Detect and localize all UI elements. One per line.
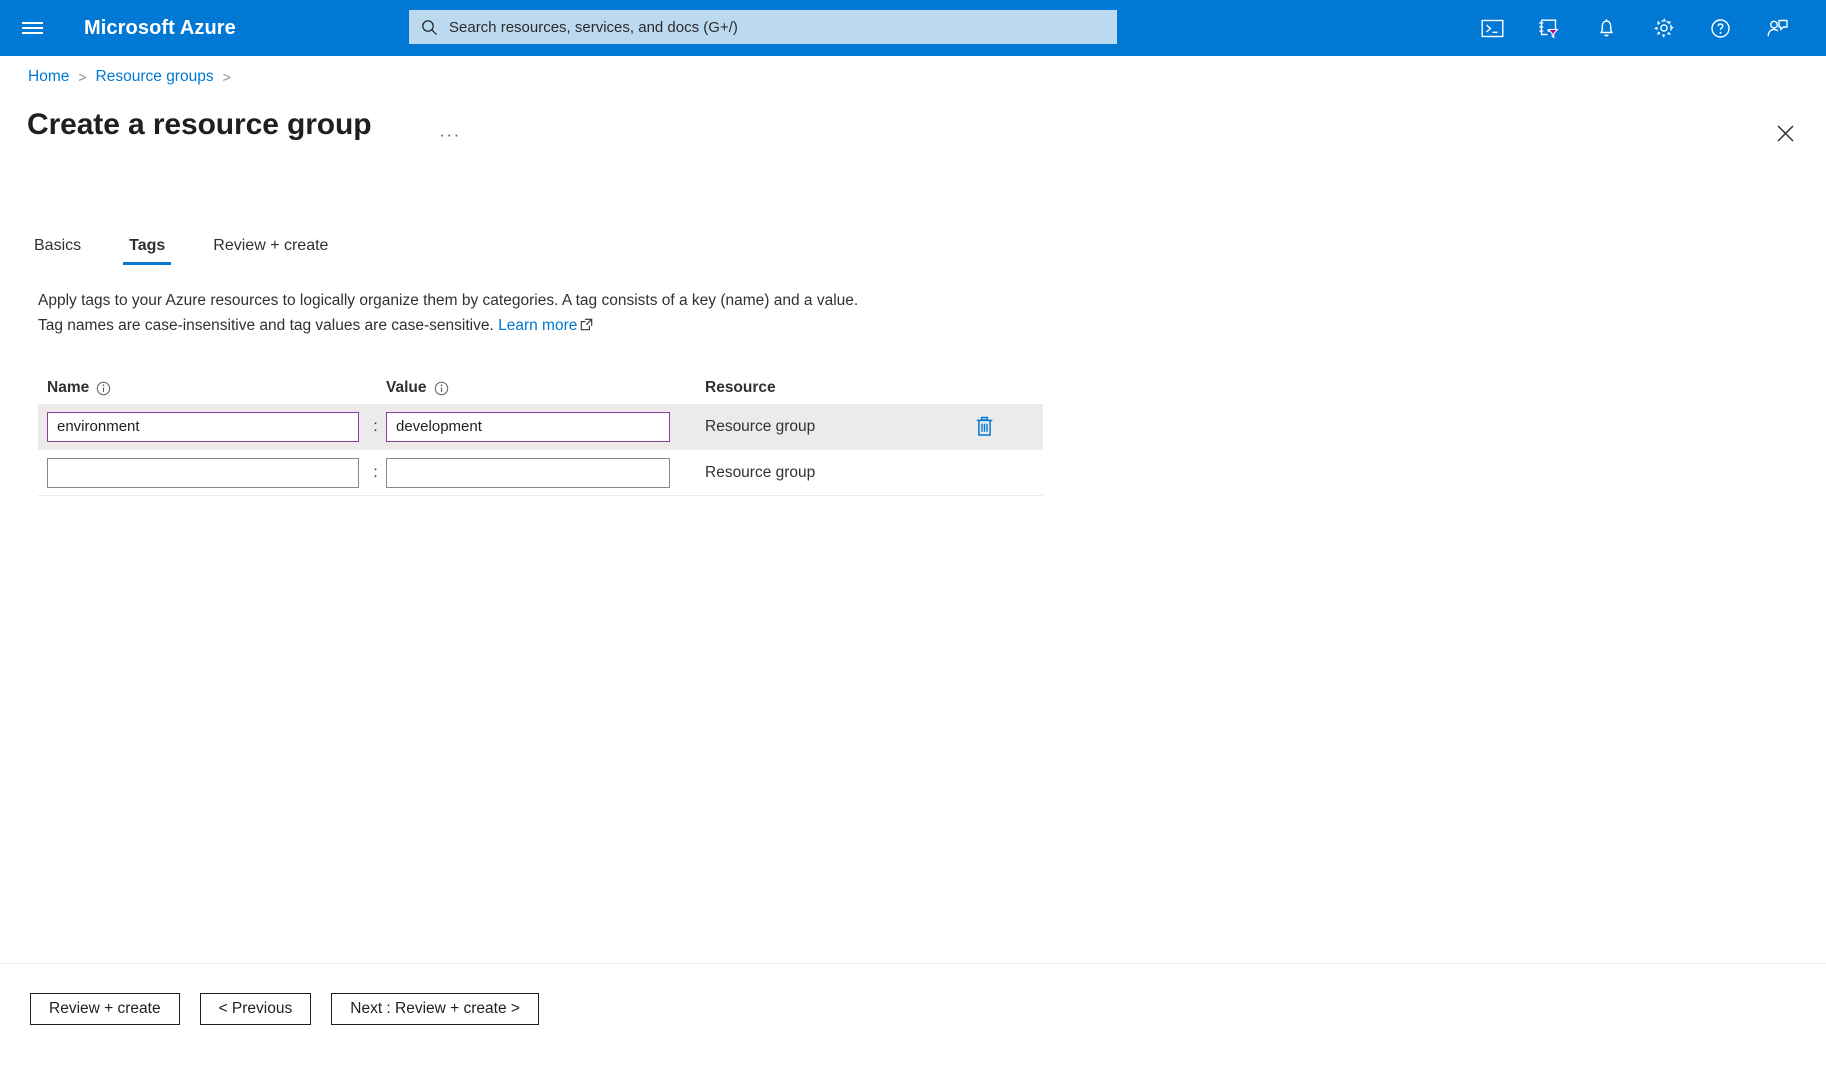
top-navigation-bar: Microsoft Azure xyxy=(0,0,1826,56)
tag-actions-cell xyxy=(924,413,1034,441)
table-row[interactable]: : Resource group xyxy=(38,450,1043,496)
tag-name-cell xyxy=(38,411,365,442)
tab-review-create[interactable]: Review + create xyxy=(207,237,334,265)
breadcrumb: Home > Resource groups > xyxy=(28,68,240,86)
column-header-name: Name xyxy=(38,379,365,397)
review-create-button[interactable]: Review + create xyxy=(30,993,180,1025)
breadcrumb-separator: > xyxy=(78,69,87,85)
delete-trash-icon[interactable] xyxy=(970,413,998,441)
tag-name-input-1[interactable] xyxy=(47,457,359,488)
settings-gear-icon[interactable] xyxy=(1635,6,1692,50)
tags-table-header: Name Value Resource xyxy=(38,372,1043,404)
table-row[interactable]: : Resource group xyxy=(38,404,1043,450)
previous-button[interactable]: < Previous xyxy=(199,993,312,1025)
help-question-icon[interactable] xyxy=(1692,6,1749,50)
external-link-icon xyxy=(580,314,593,339)
search-icon xyxy=(421,19,438,36)
learn-more-link[interactable]: Learn more xyxy=(498,317,577,334)
tag-value-input-1[interactable] xyxy=(386,457,670,488)
column-header-value-label: Value xyxy=(386,379,427,396)
column-header-name-label: Name xyxy=(47,379,90,396)
breadcrumb-item-home[interactable]: Home xyxy=(28,68,69,86)
tag-colon-separator: : xyxy=(373,463,378,481)
tags-description: Apply tags to your Azure resources to lo… xyxy=(38,288,1038,339)
tag-resource-label-0: Resource group xyxy=(705,417,816,435)
column-header-value: Value xyxy=(386,379,684,397)
info-icon[interactable] xyxy=(434,381,449,396)
hamburger-menu-icon[interactable] xyxy=(10,6,54,50)
cloud-shell-icon[interactable] xyxy=(1464,6,1521,50)
tab-basics[interactable]: Basics xyxy=(28,237,87,265)
description-line-2: Tag names are case-insensitive and tag v… xyxy=(38,317,494,334)
breadcrumb-item-resource-groups[interactable]: Resource groups xyxy=(96,68,214,86)
info-icon[interactable] xyxy=(96,381,111,396)
tag-value-input-0[interactable] xyxy=(386,411,670,442)
close-icon[interactable] xyxy=(1769,117,1801,149)
wizard-footer: Review + create < Previous Next : Review… xyxy=(0,963,1826,1067)
description-line-1: Apply tags to your Azure resources to lo… xyxy=(38,292,859,309)
tag-name-cell xyxy=(38,457,365,488)
wizard-tabs: Basics Tags Review + create xyxy=(28,225,370,265)
notifications-bell-icon[interactable] xyxy=(1578,6,1635,50)
top-bar-icon-group xyxy=(1464,0,1806,56)
directories-subscriptions-icon[interactable] xyxy=(1521,6,1578,50)
next-review-create-button[interactable]: Next : Review + create > xyxy=(331,993,539,1025)
tag-value-cell xyxy=(386,411,684,442)
more-options-ellipsis-icon[interactable]: ··· xyxy=(437,122,463,148)
tag-value-cell xyxy=(386,457,684,488)
tab-tags[interactable]: Tags xyxy=(123,237,172,265)
page-title: Create a resource group xyxy=(27,108,372,141)
search-input[interactable] xyxy=(447,17,1105,37)
tag-colon-separator: : xyxy=(373,417,378,435)
tags-table: Name Value Resource environment: develo… xyxy=(38,372,1043,496)
footer-button-group: Review + create < Previous Next : Review… xyxy=(30,993,559,1025)
tag-name-input-0[interactable] xyxy=(47,411,359,442)
column-header-resource: Resource xyxy=(705,379,776,396)
breadcrumb-separator: > xyxy=(222,69,231,85)
feedback-person-icon[interactable] xyxy=(1749,6,1806,50)
global-search-box[interactable] xyxy=(409,10,1117,44)
tag-resource-label-1: Resource group xyxy=(705,463,816,481)
azure-brand-label[interactable]: Microsoft Azure xyxy=(84,17,236,40)
